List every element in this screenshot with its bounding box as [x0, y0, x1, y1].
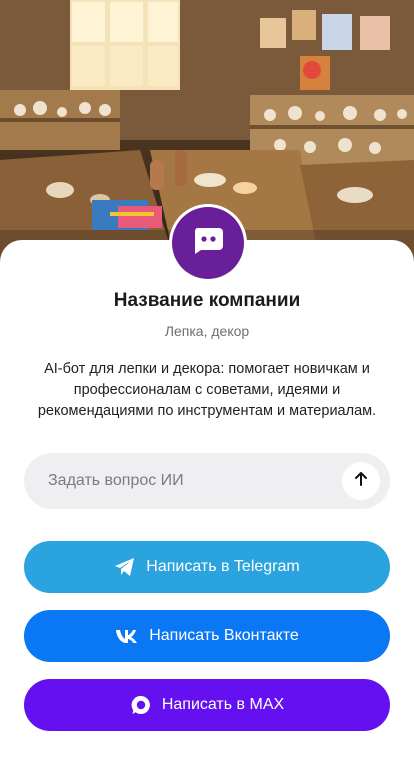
- max-button-label: Написать в MAX: [161, 696, 285, 713]
- ask-ai-field: [24, 453, 390, 509]
- max-button[interactable]: Написать в MAX: [24, 679, 390, 731]
- telegram-button[interactable]: Написать в Telegram: [24, 541, 390, 593]
- arrow-up-icon: [353, 471, 369, 492]
- vk-button[interactable]: Написать Вконтакте: [24, 610, 390, 662]
- telegram-button-label: Написать в Telegram: [146, 558, 300, 575]
- ask-ai-input[interactable]: [24, 453, 324, 509]
- chat-bot-icon: [191, 226, 225, 261]
- company-category: Лепка, декор: [164, 323, 250, 339]
- max-icon: [130, 694, 152, 716]
- telegram-icon: [114, 557, 136, 577]
- send-button[interactable]: [342, 462, 380, 500]
- vk-icon: [115, 628, 139, 644]
- company-name: Название компании: [113, 290, 301, 311]
- vk-button-label: Написать Вконтакте: [149, 627, 299, 644]
- company-description: AI-бот для лепки и декора: помогает нови…: [37, 361, 377, 419]
- company-avatar: [169, 204, 247, 282]
